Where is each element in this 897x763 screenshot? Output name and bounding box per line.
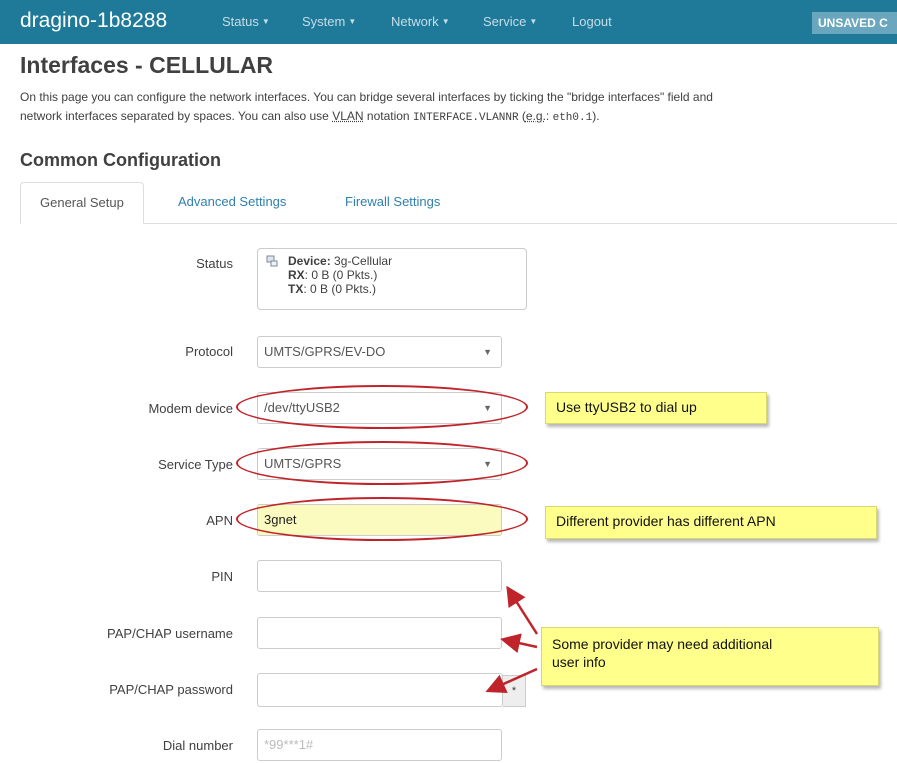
arrow-to-password	[485, 667, 538, 694]
arrow-to-username	[500, 633, 538, 653]
annotation-arrows	[485, 585, 539, 694]
arrow-to-pin	[506, 585, 539, 635]
